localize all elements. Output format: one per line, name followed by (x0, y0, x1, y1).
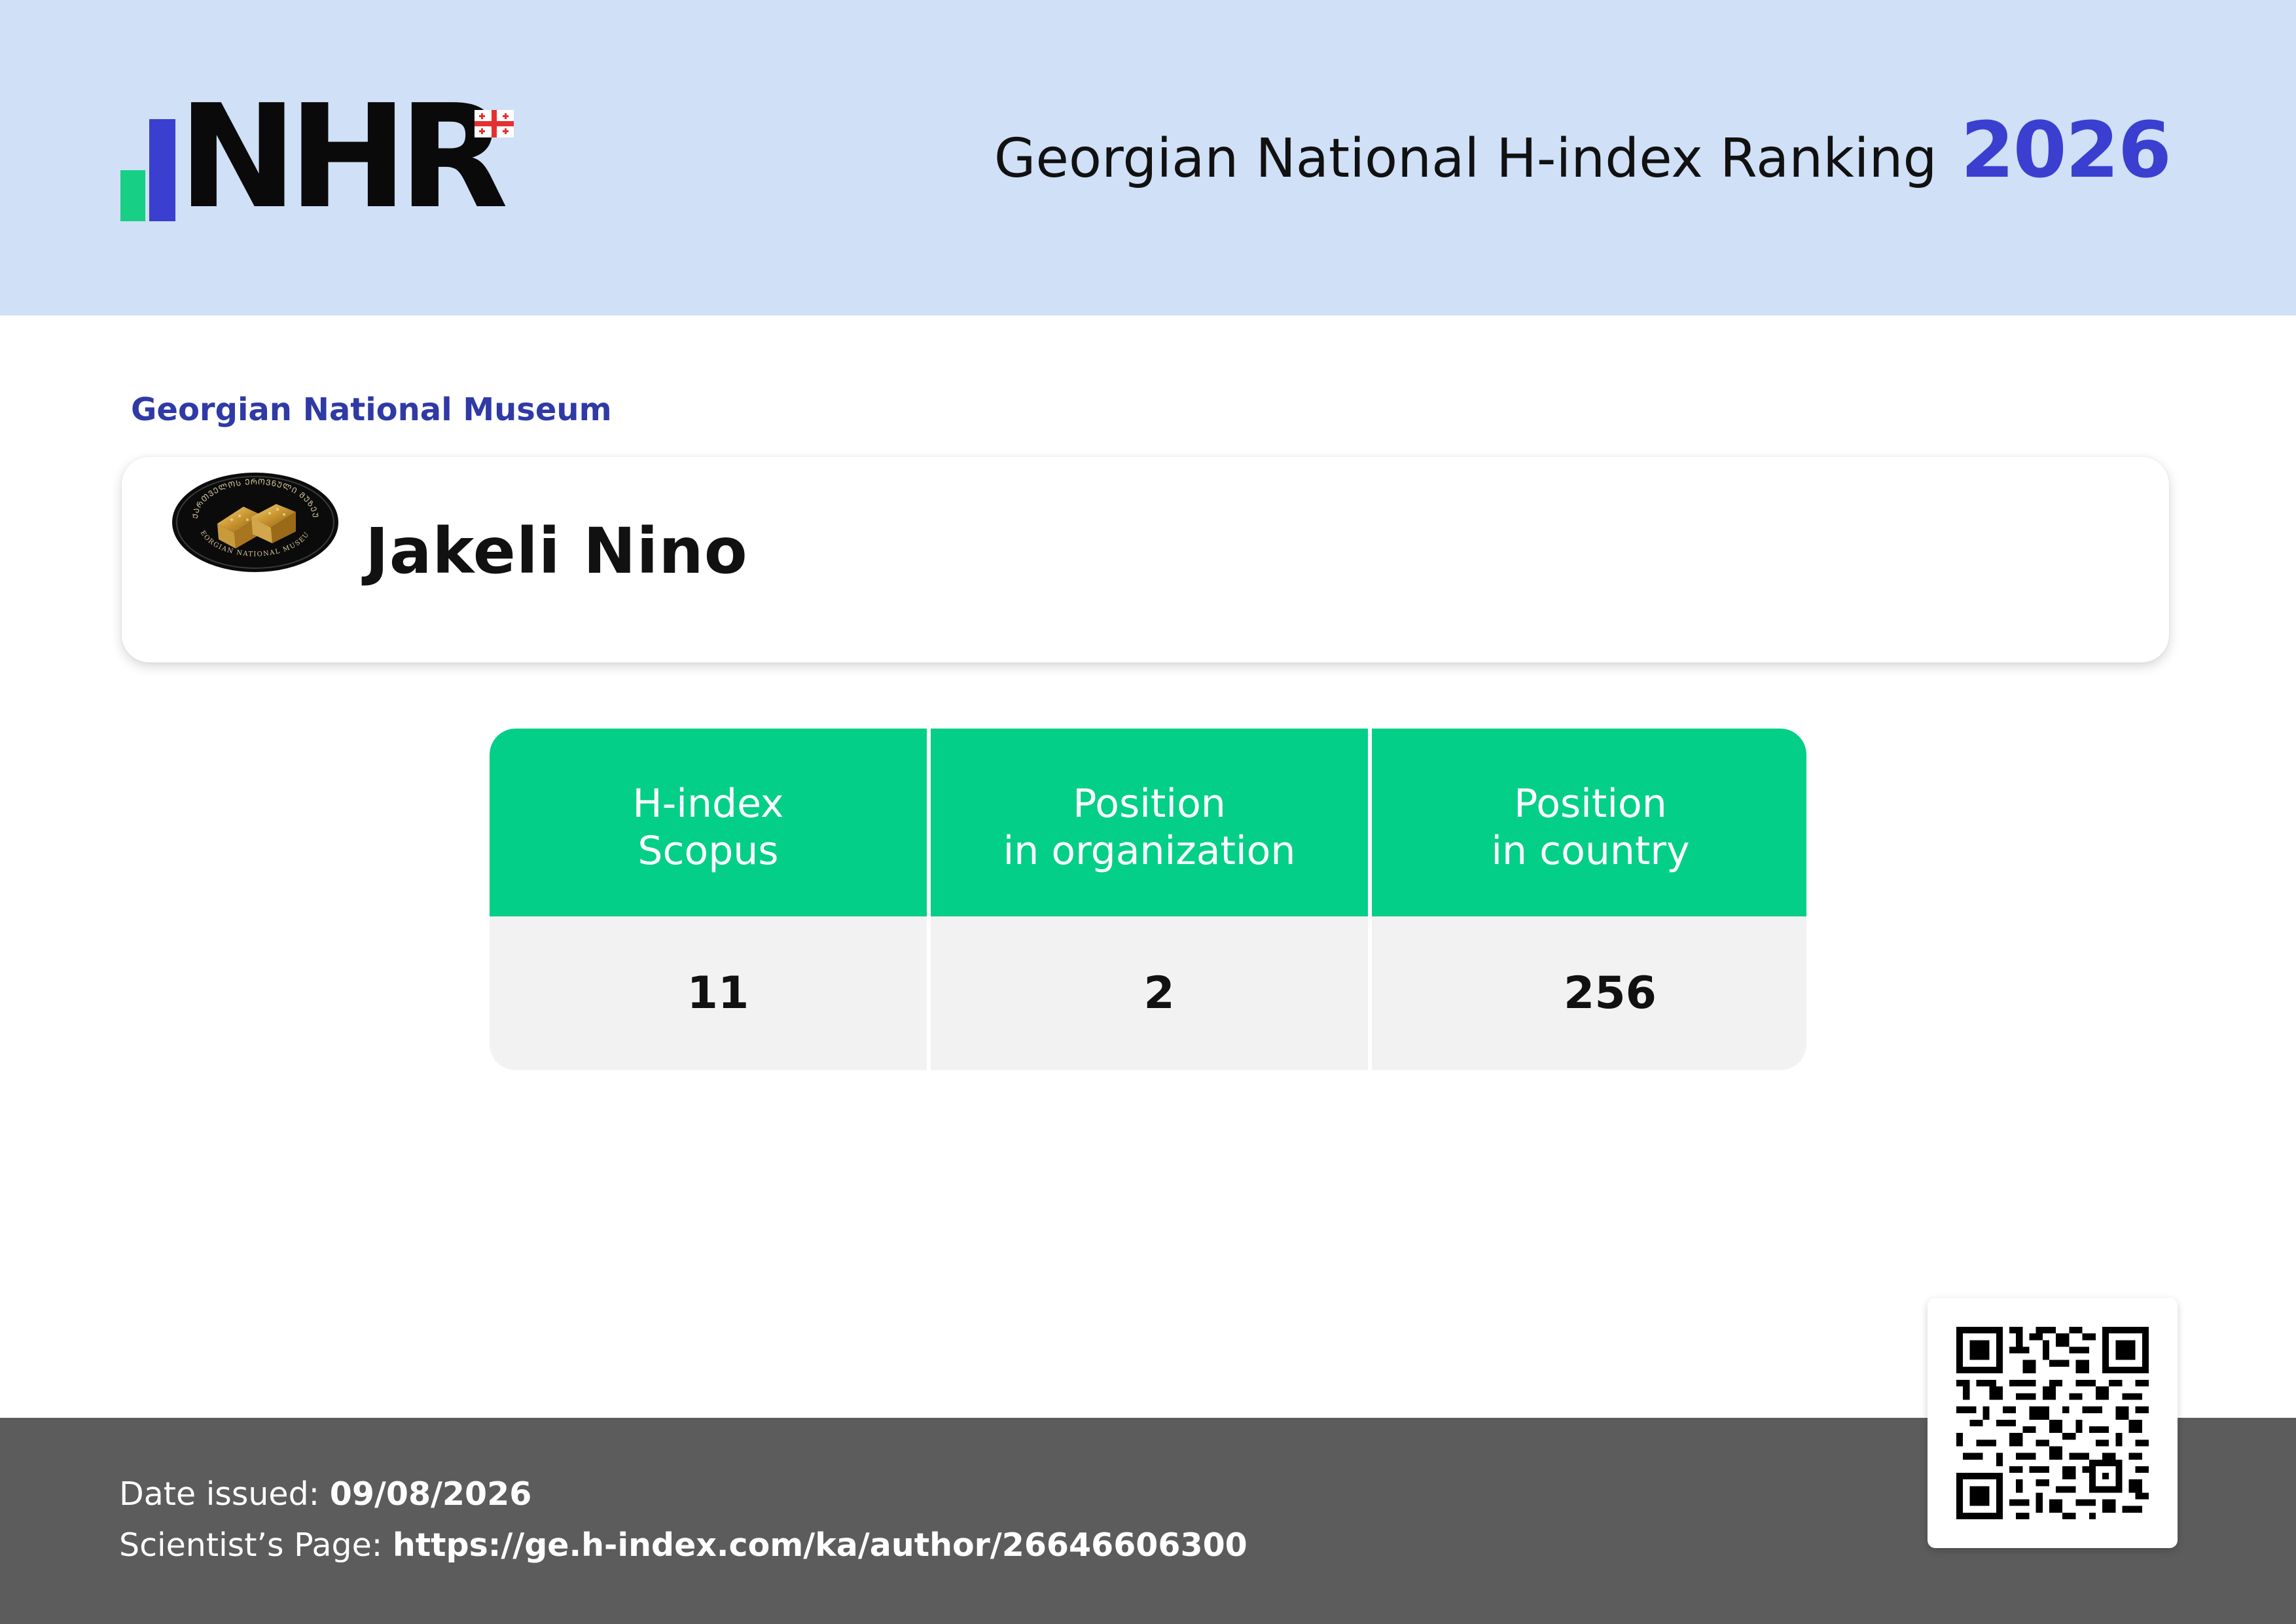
qr-code-box (1928, 1298, 2178, 1548)
scientist-page-label: Scientist’s Page: (119, 1526, 393, 1564)
ranking-year: 2026 (1960, 105, 2172, 195)
organization-position-value: 2 (1143, 967, 1175, 1019)
georgia-flag-icon (475, 110, 514, 137)
logo-text: NHR (178, 75, 509, 240)
scientist-page: Scientist’s Page: https://ge.h-index.com… (119, 1526, 1247, 1564)
header-position-organization: Position in organization (931, 729, 1368, 916)
date-issued: Date issued: 09/08/2026 (119, 1475, 531, 1513)
museum-logo-icon: ᲡᲐᲥᲐᲠᲗᲕᲔᲚᲝᲡ ᲔᲠᲝᲕᲜᲣᲚᲘ ᲛᲣᲖᲔᲣᲛᲘ GEORGIAN NA… (171, 471, 338, 572)
scientist-name: Jakeli Nino (365, 514, 748, 588)
header-line: in country (1491, 827, 1690, 874)
header-position-country: Position in country (1372, 729, 1806, 916)
header-h-index-scopus: H-index Scopus (490, 729, 927, 916)
qr-code-icon (1956, 1327, 2149, 1519)
header-line: Scopus (637, 827, 779, 874)
h-index-value: 11 (687, 967, 749, 1019)
organization-name: Georgian National Museum (131, 391, 612, 428)
header-line: in organization (1003, 827, 1296, 874)
country-position-value: 256 (1564, 967, 1657, 1019)
header-line: H-index (632, 780, 784, 827)
ranking-title-text: Georgian National H-index Ranking (994, 128, 1937, 190)
ranking-title: Georgian National H-index Ranking 2026 (994, 105, 2172, 209)
header-band: NHR Georgian National H-index Ranking 20… (0, 0, 2296, 316)
logo-bars-icon (118, 105, 183, 223)
scientist-card: ᲡᲐᲥᲐᲠᲗᲕᲔᲚᲝᲡ ᲔᲠᲝᲕᲜᲣᲚᲘ ᲛᲣᲖᲔᲣᲛᲘ GEORGIAN NA… (122, 457, 2169, 662)
scientist-page-link[interactable]: https://ge.h-index.com/ka/author/2664660… (393, 1526, 1247, 1564)
value-position-organization: 2 (931, 916, 1368, 1070)
date-issued-value: 09/08/2026 (329, 1475, 532, 1513)
header-line: Position (1514, 780, 1667, 827)
nhr-logo: NHR (118, 86, 524, 229)
header-line: Position (1073, 780, 1226, 827)
metrics-table: H-index Scopus Position in organization … (490, 729, 1806, 1070)
value-position-country: 256 (1372, 916, 1806, 1070)
value-h-index: 11 (490, 916, 927, 1070)
date-issued-label: Date issued: (119, 1475, 330, 1513)
